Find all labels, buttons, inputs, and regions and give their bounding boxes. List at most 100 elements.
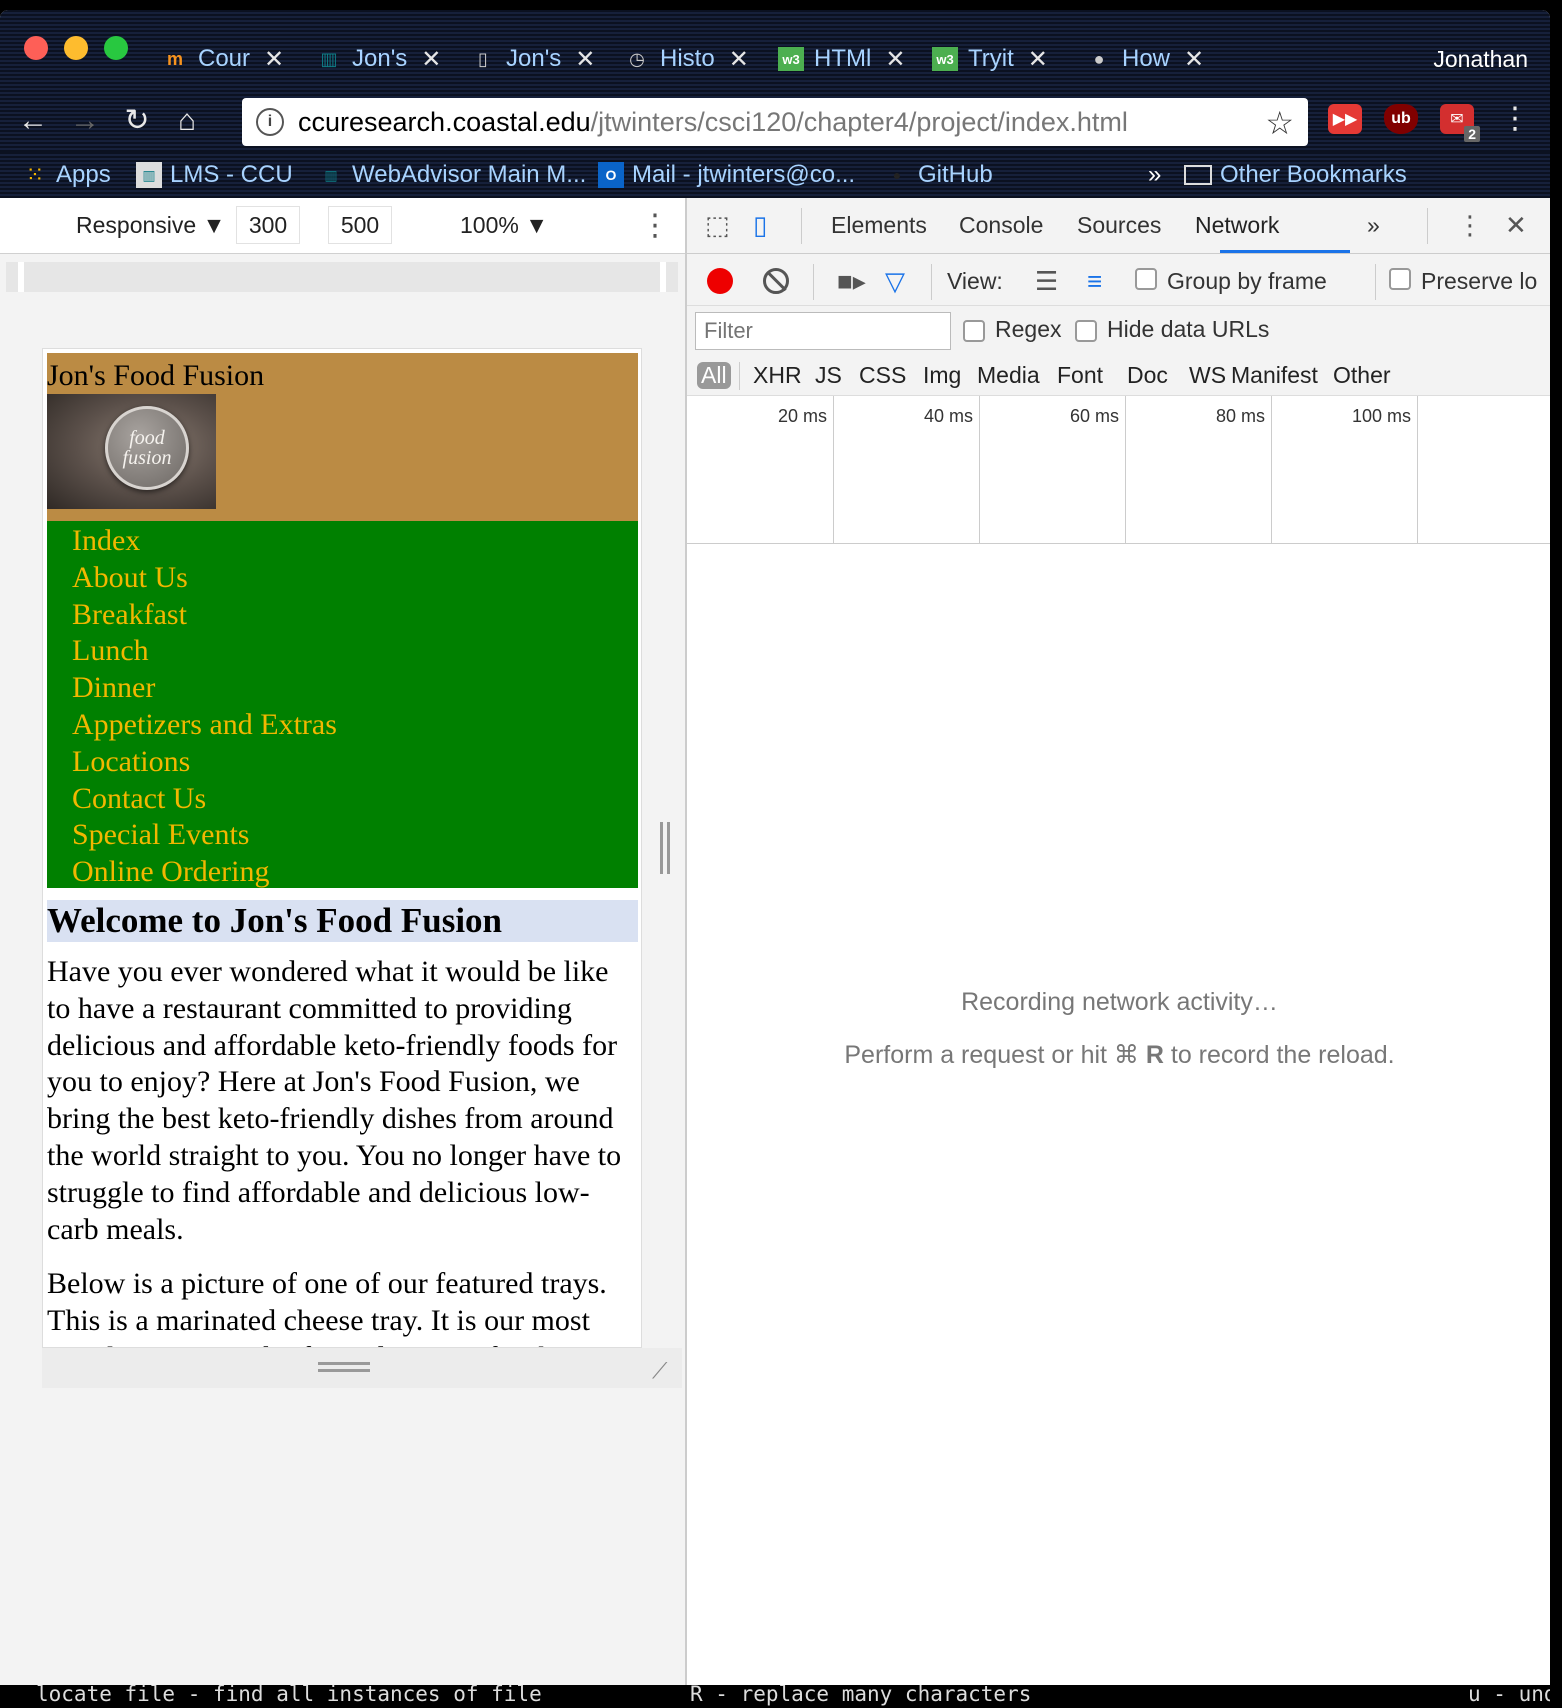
nav-link-index[interactable]: Index — [47, 523, 638, 560]
url-text[interactable]: ccuresearch.coastal.edu/jtwinters/csci12… — [298, 107, 1128, 138]
browser-tab-4[interactable]: ◷ Histo ✕ — [624, 40, 749, 78]
home-icon[interactable]: ⌂ — [170, 106, 204, 136]
bookmark-lms[interactable]: ▥ LMS - CCU — [136, 158, 293, 192]
nav-link-appetizers[interactable]: Appetizers and Extras — [47, 707, 638, 744]
reload-icon[interactable]: ↻ — [120, 106, 154, 136]
bookmark-star-icon[interactable]: ☆ — [1265, 104, 1294, 142]
hide-data-urls-checkbox[interactable] — [1075, 320, 1097, 342]
bookmark-apps[interactable]: ⁙ Apps — [22, 158, 111, 192]
close-icon[interactable]: ✕ — [575, 45, 595, 74]
device-height-input[interactable]: 500 — [328, 206, 392, 244]
group-by-frame-label: Group by frame — [1167, 268, 1327, 294]
record-icon[interactable] — [707, 268, 733, 294]
capture-screenshots-icon[interactable]: ■▸ — [837, 266, 866, 297]
filter-type-img[interactable]: Img — [923, 362, 961, 389]
browser-tab-2[interactable]: ▥ Jon's ✕ — [316, 40, 441, 78]
filter-type-all[interactable]: All — [697, 362, 731, 389]
close-devtools-icon[interactable]: ✕ — [1505, 210, 1527, 241]
filter-icon[interactable]: ▽ — [885, 266, 905, 297]
regex-checkbox[interactable] — [963, 320, 985, 342]
tab-elements[interactable]: Elements — [831, 212, 927, 239]
bookmark-github[interactable]: ● GitHub — [884, 158, 993, 192]
browser-tab-3[interactable]: ▯ Jon's ✕ — [470, 40, 595, 78]
minimize-window-button[interactable] — [64, 36, 88, 60]
filter-type-ws[interactable]: WS — [1189, 362, 1226, 389]
large-rows-icon[interactable]: ☰ — [1035, 266, 1058, 297]
media-query-ruler[interactable] — [6, 262, 678, 292]
device-zoom-select[interactable]: 100% ▼ — [460, 212, 548, 239]
filter-type-js[interactable]: JS — [815, 362, 842, 389]
w3schools-icon: w3 — [778, 47, 804, 71]
device-mode-select[interactable]: Responsive ▼ — [76, 212, 225, 239]
tab-label: Tryit — [968, 45, 1014, 72]
bookmarks-overflow[interactable]: » — [1148, 158, 1161, 192]
filter-type-media[interactable]: Media — [977, 362, 1040, 389]
bookmark-webadvisor[interactable]: ▥ WebAdvisor Main M... — [318, 158, 586, 192]
device-toggle-icon[interactable]: ▯ — [753, 210, 767, 241]
extension-forward-icon[interactable]: ▶▶ — [1328, 104, 1362, 134]
nav-link-locations[interactable]: Locations — [47, 744, 638, 781]
tab-label: How — [1122, 45, 1171, 72]
folder-icon — [1184, 165, 1212, 185]
filter-type-manifest[interactable]: Manifest — [1231, 362, 1318, 389]
group-by-frame-checkbox[interactable] — [1135, 268, 1157, 290]
browser-tab-7[interactable]: ● How ✕ — [1086, 40, 1205, 78]
nav-link-lunch[interactable]: Lunch — [47, 633, 638, 670]
device-more-icon[interactable]: ⋮ — [640, 208, 670, 243]
filter-type-css[interactable]: CSS — [859, 362, 906, 389]
tab-network[interactable]: Network — [1195, 212, 1279, 239]
corner-resize-icon[interactable]: ⟋ — [652, 1358, 676, 1383]
nav-link-online-ordering[interactable]: Online Ordering — [47, 854, 638, 891]
filter-type-doc[interactable]: Doc — [1127, 362, 1168, 389]
bookmark-label: Apps — [56, 161, 111, 188]
inspect-element-icon[interactable]: ⬚ — [705, 210, 730, 241]
network-overview-timeline[interactable]: 20 ms 40 ms 60 ms 80 ms 100 ms — [687, 396, 1550, 544]
filter-input[interactable] — [695, 312, 951, 350]
bookmarks-bar: ⁙ Apps ▥ LMS - CCU ▥ WebAdvisor Main M..… — [0, 152, 1550, 198]
browser-menu-icon[interactable]: ⋮ — [1500, 104, 1530, 134]
tab-console[interactable]: Console — [959, 212, 1043, 239]
device-width-input[interactable]: 300 — [236, 206, 300, 244]
browser-tab-6[interactable]: w3 Tryit ✕ — [932, 40, 1048, 78]
resize-grip-icon[interactable] — [318, 1362, 370, 1372]
bookmark-mail[interactable]: O Mail - jtwinters@co... — [598, 158, 855, 192]
terminal-text-mid: R - replace many characters — [690, 1682, 1032, 1706]
devtools-menu-icon[interactable]: ⋮ — [1457, 210, 1483, 241]
filter-type-font[interactable]: Font — [1057, 362, 1103, 389]
close-icon[interactable]: ✕ — [1184, 45, 1204, 74]
viewport-height-resize-bar[interactable]: ⟋ — [42, 1348, 682, 1388]
filter-type-xhr[interactable]: XHR — [753, 362, 802, 389]
mail-extension-icon[interactable]: ✉ 2 — [1440, 104, 1480, 142]
hide-data-urls-label: Hide data URLs — [1107, 316, 1270, 342]
nav-link-breakfast[interactable]: Breakfast — [47, 597, 638, 634]
nav-link-about[interactable]: About Us — [47, 560, 638, 597]
viewport-width-resize-handle[interactable] — [660, 822, 670, 874]
other-bookmarks[interactable]: Other Bookmarks — [1184, 158, 1407, 192]
profile-name[interactable]: Jonathan — [1433, 46, 1528, 73]
waterfall-icon[interactable]: ≡ — [1087, 266, 1102, 297]
nav-link-dinner[interactable]: Dinner — [47, 670, 638, 707]
browser-tab-5[interactable]: w3 HTMl ✕ — [778, 40, 905, 78]
ublock-icon[interactable]: ub — [1384, 104, 1418, 134]
forward-icon[interactable]: → — [68, 106, 102, 136]
close-icon[interactable]: ✕ — [264, 45, 284, 74]
tab-label: Jon's — [506, 45, 562, 72]
close-icon[interactable]: ✕ — [421, 45, 441, 74]
nav-link-contact[interactable]: Contact Us — [47, 781, 638, 818]
address-bar[interactable]: i ccuresearch.coastal.edu/jtwinters/csci… — [242, 98, 1308, 146]
info-icon[interactable]: i — [256, 108, 284, 136]
close-icon[interactable]: ✕ — [1028, 45, 1048, 74]
close-icon[interactable]: ✕ — [885, 45, 905, 74]
close-window-button[interactable] — [24, 36, 48, 60]
zoom-window-button[interactable] — [104, 36, 128, 60]
reload-hint: Perform a request or hit ⌘ R to record t… — [687, 1040, 1550, 1070]
close-icon[interactable]: ✕ — [729, 45, 749, 74]
preserve-log-checkbox[interactable] — [1389, 268, 1411, 290]
clear-icon[interactable] — [763, 268, 789, 294]
back-icon[interactable]: ← — [16, 106, 50, 136]
filter-type-other[interactable]: Other — [1333, 362, 1391, 389]
nav-link-special-events[interactable]: Special Events — [47, 817, 638, 854]
tab-sources[interactable]: Sources — [1077, 212, 1161, 239]
browser-tab-1[interactable]: m Cour ✕ — [162, 40, 284, 78]
more-tabs-button[interactable]: » — [1367, 212, 1380, 239]
